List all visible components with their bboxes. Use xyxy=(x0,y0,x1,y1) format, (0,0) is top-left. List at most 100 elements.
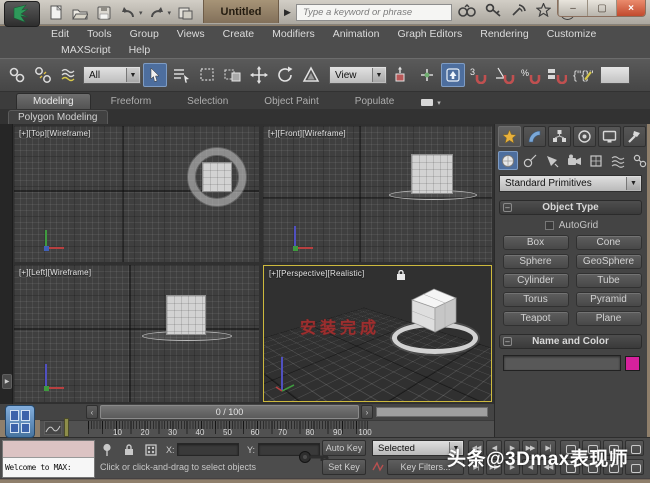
motion-tab[interactable] xyxy=(573,126,596,147)
subscription-key-icon[interactable] xyxy=(485,3,502,22)
create-tab[interactable] xyxy=(498,126,521,147)
snaps-toggle-3d-icon[interactable]: 3 xyxy=(467,63,491,87)
time-slider-handle[interactable]: 0 / 100 xyxy=(100,405,359,419)
cameras-category[interactable] xyxy=(564,151,584,170)
x-coordinate-field[interactable] xyxy=(177,443,239,456)
menu-graph-editors[interactable]: Graph Editors xyxy=(388,28,471,40)
absolute-mode-transform-icon[interactable] xyxy=(143,442,158,457)
utilities-tab[interactable] xyxy=(623,126,646,147)
objtype-sphere[interactable]: Sphere xyxy=(503,254,569,269)
viewport-perspective-label[interactable]: [+][Perspective][Realistic] xyxy=(269,269,364,278)
redo-dropdown-icon[interactable]: ▾ xyxy=(168,9,172,17)
track-bar[interactable]: 102030405060708090100 xyxy=(40,420,494,437)
select-and-rotate-icon[interactable] xyxy=(273,63,297,87)
objtype-box[interactable]: Box xyxy=(503,235,569,250)
shapes-category[interactable] xyxy=(520,151,540,170)
systems-category[interactable] xyxy=(630,151,650,170)
objtype-cone[interactable]: Cone xyxy=(576,235,642,250)
open-mini-curve-editor-button[interactable] xyxy=(44,421,62,435)
document-tab[interactable]: Untitled xyxy=(203,0,279,23)
viewport-perspective[interactable]: [+][Perspective][Realistic] 安装完成 xyxy=(263,265,492,402)
select-and-move-icon[interactable] xyxy=(247,63,271,87)
track-bar-frame-marker[interactable] xyxy=(64,418,69,437)
spinner-snap-toggle-icon[interactable] xyxy=(545,63,569,87)
maximize-button[interactable]: ▢ xyxy=(587,0,616,16)
menu-maxscript[interactable]: MAXScript xyxy=(52,44,120,56)
space-warps-category[interactable] xyxy=(608,151,628,170)
menu-rendering[interactable]: Rendering xyxy=(471,28,537,40)
communication-center-icon[interactable] xyxy=(511,3,527,22)
menu-animation[interactable]: Animation xyxy=(324,28,389,40)
viewport-front-label[interactable]: [+][Front][Wireframe] xyxy=(268,129,346,138)
viewport-front[interactable]: [+][Front][Wireframe] xyxy=(263,126,492,262)
listener-macro-pane[interactable] xyxy=(3,441,94,458)
polygon-modeling-panel-tab[interactable]: Polygon Modeling xyxy=(8,110,108,124)
geometry-category[interactable] xyxy=(498,151,518,170)
ribbon-tab-freeform[interactable]: Freeform xyxy=(95,94,168,109)
redo-icon[interactable] xyxy=(147,3,167,22)
select-and-scale-icon[interactable] xyxy=(299,63,323,87)
color-swatch[interactable] xyxy=(625,356,640,371)
ribbon-tab-populate[interactable]: Populate xyxy=(339,94,410,109)
hierarchy-tab[interactable] xyxy=(548,126,571,147)
viewport-left-label[interactable]: [+][Left][Wireframe] xyxy=(19,268,91,277)
new-key-filter-icon[interactable] xyxy=(372,461,384,473)
set-key-button[interactable]: Set Key xyxy=(322,459,366,475)
viewport-top[interactable]: [+][Top][Wireframe] xyxy=(14,126,259,262)
favorites-star-icon[interactable] xyxy=(536,3,551,22)
minimize-button[interactable]: – xyxy=(558,0,587,16)
viewport-top-label[interactable]: [+][Top][Wireframe] xyxy=(19,129,91,138)
menu-customize[interactable]: Customize xyxy=(538,28,606,40)
box-object-left-view[interactable] xyxy=(166,295,206,335)
box-object-perspective[interactable] xyxy=(402,284,466,340)
ribbon-overflow-control[interactable]: ▾ xyxy=(420,98,441,109)
ribbon-tab-object-paint[interactable]: Object Paint xyxy=(248,94,334,109)
lights-category[interactable] xyxy=(542,151,562,170)
isolate-selection-icon[interactable] xyxy=(99,442,114,457)
objtype-pyramid[interactable]: Pyramid xyxy=(576,292,642,307)
use-pivot-point-center-icon[interactable] xyxy=(389,63,413,87)
menu-modifiers[interactable]: Modifiers xyxy=(263,28,324,40)
percent-snap-toggle-icon[interactable]: % xyxy=(519,63,543,87)
keyboard-shortcut-override-toggle[interactable] xyxy=(441,63,465,87)
teapot-body-top-view[interactable] xyxy=(202,162,232,192)
close-button[interactable]: × xyxy=(616,0,645,16)
angle-snap-toggle-icon[interactable] xyxy=(493,63,517,87)
select-object-button[interactable] xyxy=(143,63,167,87)
named-selection-sets-dropdown[interactable] xyxy=(600,66,630,84)
ribbon-tab-modeling[interactable]: Modeling xyxy=(16,93,91,109)
box-object-front-view[interactable] xyxy=(411,154,453,194)
previous-frame-button[interactable]: ‹ xyxy=(86,405,98,419)
doc-tab-arrow-icon[interactable]: ▶ xyxy=(284,7,291,18)
menu-edit[interactable]: Edit xyxy=(42,28,78,40)
search-binoculars-icon[interactable] xyxy=(458,3,476,22)
objtype-tube[interactable]: Tube xyxy=(576,273,642,288)
reference-coordinate-dropdown[interactable]: View ▼ xyxy=(329,66,387,84)
display-tab[interactable] xyxy=(598,126,621,147)
menu-views[interactable]: Views xyxy=(168,28,214,40)
objtype-cylinder[interactable]: Cylinder xyxy=(503,273,569,288)
maxscript-mini-listener[interactable]: Welcome to MAX: xyxy=(2,440,95,478)
new-scene-icon[interactable] xyxy=(46,3,66,22)
objtype-torus[interactable]: Torus xyxy=(503,292,569,307)
scene-explorer-expand-button[interactable]: ▶ xyxy=(2,374,12,389)
bind-to-space-warp-icon[interactable] xyxy=(57,63,81,87)
objtype-teapot[interactable]: Teapot xyxy=(503,311,569,326)
menu-tools[interactable]: Tools xyxy=(78,28,121,40)
viewport-left[interactable]: [+][Left][Wireframe] xyxy=(14,265,259,402)
name-and-color-rollout[interactable]: – Name and Color xyxy=(499,334,642,349)
undo-dropdown-icon[interactable]: ▾ xyxy=(139,9,143,17)
object-name-input[interactable] xyxy=(503,355,621,371)
next-frame-button[interactable]: › xyxy=(361,405,373,419)
application-menu-button[interactable] xyxy=(4,1,40,27)
menu-create[interactable]: Create xyxy=(214,28,264,40)
primitive-category-dropdown[interactable]: Standard Primitives ▼ xyxy=(499,175,642,192)
objtype-geosphere[interactable]: GeoSphere xyxy=(576,254,642,269)
select-by-name-icon[interactable] xyxy=(169,63,193,87)
ribbon-tab-selection[interactable]: Selection xyxy=(171,94,244,109)
edit-named-selection-sets-icon[interactable]: {"{}"} xyxy=(571,63,595,87)
menu-help[interactable]: Help xyxy=(120,44,160,56)
open-file-icon[interactable] xyxy=(70,3,90,22)
menu-group[interactable]: Group xyxy=(121,28,168,40)
unlink-selection-icon[interactable] xyxy=(31,63,55,87)
